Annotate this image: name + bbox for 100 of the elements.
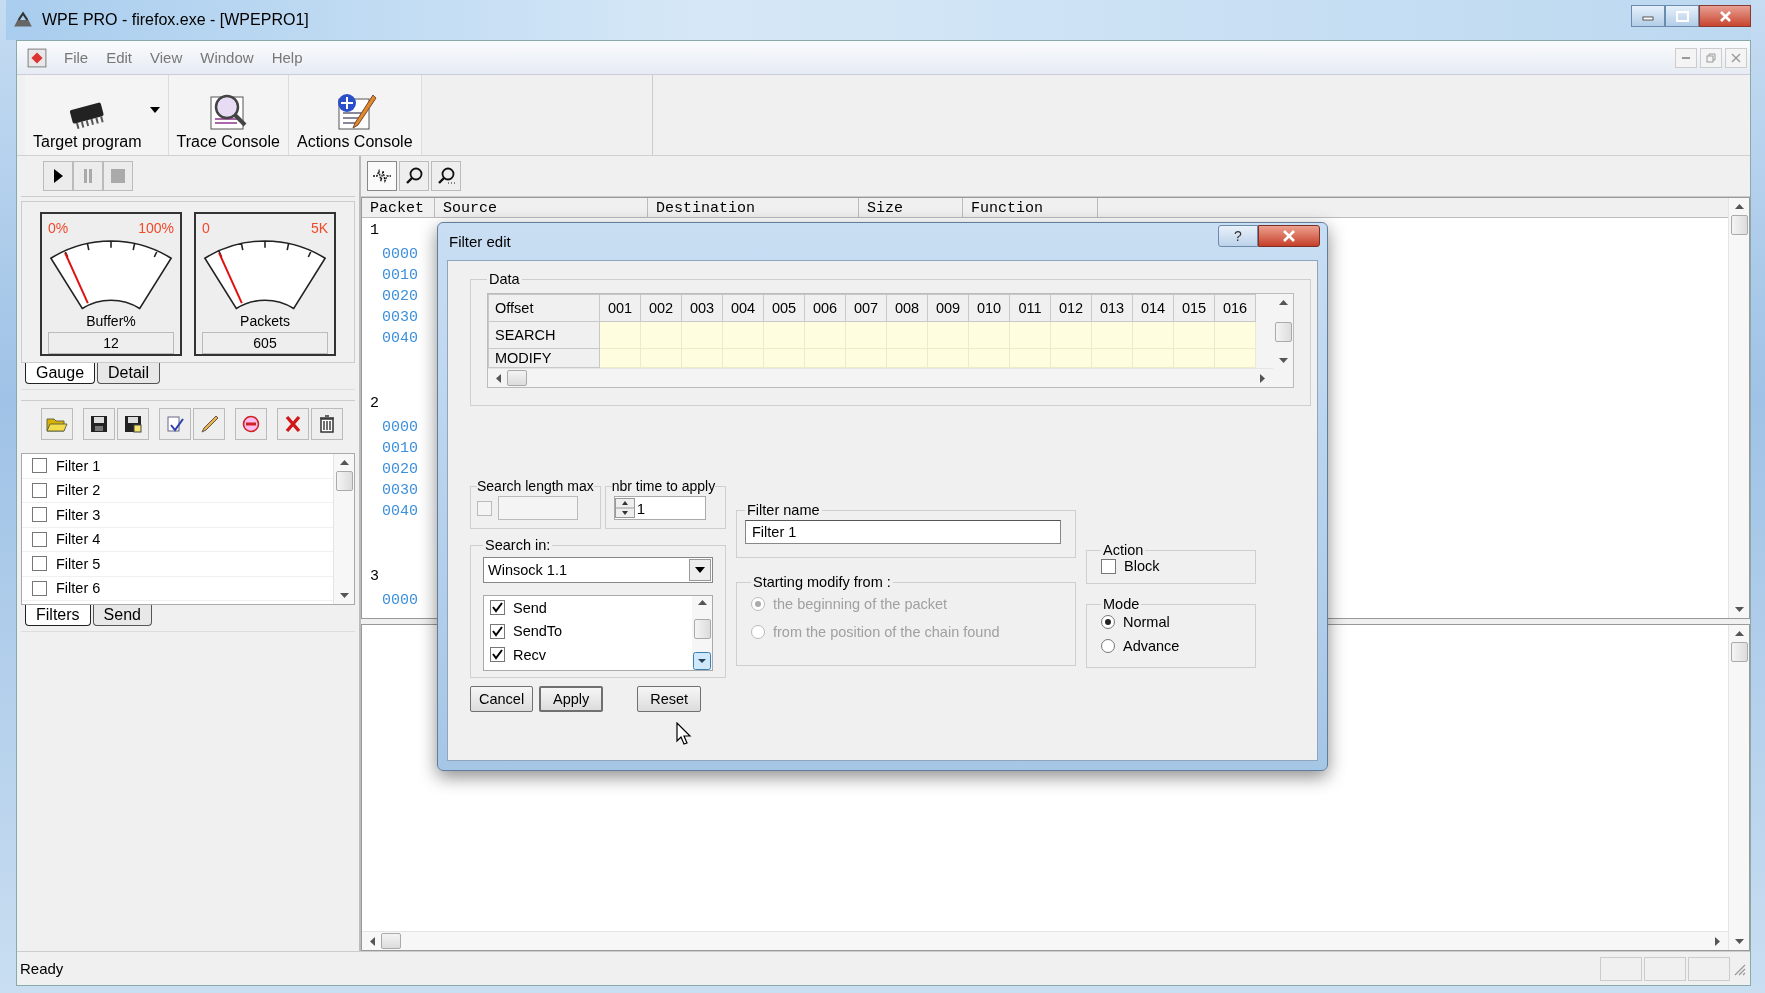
toolbar-button[interactable]: [193, 408, 225, 440]
column-header: 010: [968, 294, 1010, 322]
checkbox[interactable]: [32, 531, 47, 547]
toolbar-button[interactable]: [399, 161, 429, 191]
vertical-scrollbar[interactable]: [692, 596, 712, 670]
help-button[interactable]: ?: [1218, 224, 1258, 247]
minimize-button[interactable]: [1675, 47, 1697, 68]
scroll-thumb[interactable]: [335, 471, 353, 491]
group-label: nbr time to apply: [611, 478, 716, 494]
column-header[interactable]: Source: [435, 198, 648, 217]
checkbox[interactable]: [32, 556, 47, 572]
vertical-scrollbar[interactable]: [333, 454, 354, 604]
scroll-thumb[interactable]: [1274, 321, 1292, 342]
maximize-button[interactable]: [1665, 5, 1699, 27]
group-label: Search length max: [477, 478, 594, 494]
radio-option[interactable]: Normal: [1101, 614, 1241, 630]
status-pane: [1600, 956, 1642, 981]
function-item[interactable]: Recv: [484, 643, 692, 667]
toolbar-button[interactable]: [311, 408, 343, 440]
tab[interactable]: Filters: [25, 605, 91, 626]
input-field[interactable]: [498, 496, 578, 520]
window-title: WPE PRO - firefox.exe - [WPEPRO1]: [42, 11, 309, 29]
menu-item[interactable]: Edit: [97, 47, 142, 68]
scroll-thumb[interactable]: [381, 933, 401, 949]
spin-field[interactable]: 1: [613, 496, 706, 520]
group-label: Data: [488, 271, 521, 287]
scroll-thumb[interactable]: [1730, 642, 1748, 662]
function-item[interactable]: SendTo: [484, 619, 692, 643]
dialog-button[interactable]: Cancel: [470, 686, 534, 712]
horizontal-scrollbar[interactable]: [488, 368, 1273, 387]
scroll-thumb[interactable]: [693, 618, 711, 639]
toolbar-button[interactable]: [83, 408, 115, 440]
filter-item[interactable]: Filter 5: [22, 552, 333, 577]
filter-item[interactable]: Filter 6: [22, 576, 333, 601]
filter-item[interactable]: Filter 4: [22, 527, 333, 552]
column-header: 014: [1132, 294, 1174, 322]
search-icon: [437, 167, 455, 185]
checkbox-option[interactable]: Block: [1101, 558, 1241, 574]
vertical-scrollbar[interactable]: [1728, 625, 1749, 950]
checkbox[interactable]: [490, 647, 505, 663]
toolbar-button[interactable]: [159, 408, 191, 440]
checkbox[interactable]: [32, 580, 47, 596]
group-label: Mode: [1102, 596, 1141, 612]
restore-icon: [1706, 52, 1716, 63]
group-label: Action: [1102, 542, 1145, 558]
checkbox[interactable]: [32, 458, 47, 474]
radio-button[interactable]: [1101, 615, 1115, 629]
radio-option[interactable]: Advance: [1101, 638, 1241, 654]
play-button[interactable]: [43, 161, 73, 191]
menu-item[interactable]: Help: [262, 47, 312, 68]
menu-item[interactable]: View: [141, 47, 192, 68]
restore-button[interactable]: [1700, 47, 1722, 68]
offset-label: 0040: [381, 330, 418, 349]
mouse-cursor-icon: [676, 722, 692, 746]
tab[interactable]: Send: [92, 605, 152, 626]
checkbox[interactable]: [477, 500, 492, 516]
tab[interactable]: Detail: [97, 363, 160, 384]
checkbox[interactable]: [490, 600, 505, 616]
scroll-thumb[interactable]: [507, 370, 527, 386]
toolbar-button[interactable]: Actions Console: [288, 75, 422, 155]
checkbox[interactable]: [490, 623, 505, 639]
minimize-button[interactable]: [1631, 5, 1665, 27]
scroll-down-icon: [693, 652, 711, 670]
status-pane: [1688, 956, 1730, 981]
checkbox[interactable]: [32, 482, 47, 498]
vertical-scrollbar[interactable]: [1728, 198, 1749, 618]
toolbar-button[interactable]: [367, 161, 397, 191]
stop-button[interactable]: [103, 161, 133, 191]
dialog-button[interactable]: Reset: [637, 686, 702, 712]
filter-item[interactable]: Filter 2: [22, 478, 333, 503]
radio-button[interactable]: [1101, 639, 1115, 653]
column-header[interactable]: Destination: [648, 198, 859, 217]
scroll-thumb[interactable]: [1730, 215, 1748, 235]
filter-item[interactable]: Filter 1: [22, 454, 333, 479]
group-label: Filter name: [746, 502, 821, 518]
toolbar-button[interactable]: [117, 408, 149, 440]
checkbox[interactable]: [32, 507, 47, 523]
menu-item[interactable]: Window: [191, 47, 263, 68]
caret-icon: [695, 567, 705, 573]
column-header[interactable]: Packet: [362, 198, 435, 217]
toolbar-button[interactable]: [431, 161, 461, 191]
function-item[interactable]: Send: [484, 596, 692, 620]
column-header[interactable]: Function: [963, 198, 1098, 217]
close-button[interactable]: [1258, 224, 1320, 247]
close-button[interactable]: [1699, 5, 1751, 27]
horizontal-scrollbar[interactable]: [362, 931, 1728, 950]
checkbox[interactable]: [1101, 558, 1116, 574]
tab[interactable]: Gauge: [25, 363, 96, 384]
menu-item[interactable]: File: [55, 47, 98, 68]
close-icon: [1718, 9, 1732, 23]
filter-name-field[interactable]: Filter 1: [745, 520, 1061, 544]
gauge-reading: 12: [48, 332, 174, 354]
toolbar-button[interactable]: Target program: [25, 75, 169, 155]
offset-label: 0000: [381, 592, 418, 611]
filter-item[interactable]: Filter 3: [22, 503, 333, 528]
gauge-max: 100%: [138, 220, 174, 236]
column-header[interactable]: Size: [859, 198, 963, 217]
dropdown[interactable]: Winsock 1.1: [483, 557, 713, 583]
dialog-button[interactable]: Apply: [539, 686, 604, 712]
toolbar-button[interactable]: Trace Console: [168, 75, 289, 155]
